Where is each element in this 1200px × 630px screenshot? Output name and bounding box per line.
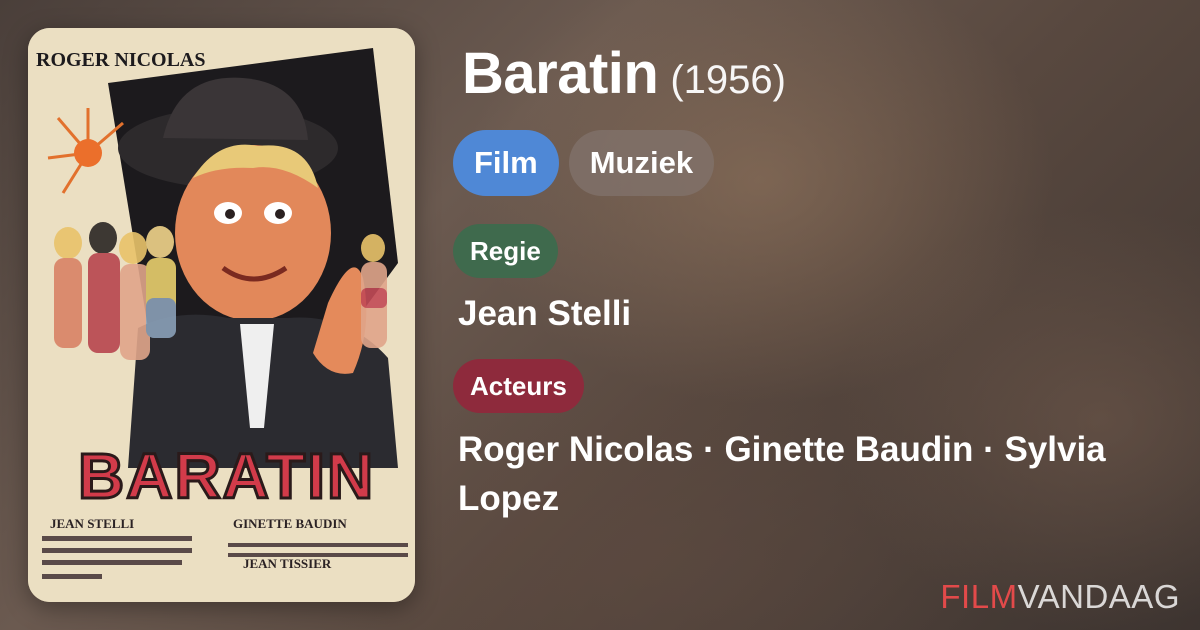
- movie-year: (1956): [670, 58, 786, 102]
- director-label: Regie: [453, 224, 558, 278]
- movie-poster[interactable]: ROGER NICOLAS BARATIN JEAN STELLI GINETT…: [28, 28, 415, 602]
- poster-title-art: BARATIN: [78, 440, 375, 512]
- poster-top-name: ROGER NICOLAS: [36, 49, 205, 71]
- type-tags: Film Muziek: [453, 130, 715, 196]
- tag-film[interactable]: Film: [453, 130, 559, 196]
- logo-vandaag: VANDAAG: [1017, 578, 1180, 615]
- logo-film: FILM: [940, 578, 1018, 615]
- poster-credit-director: JEAN STELLI: [50, 516, 134, 531]
- movie-title-name: Baratin: [462, 41, 659, 106]
- director-name[interactable]: Jean Stelli: [458, 289, 631, 338]
- tag-muziek[interactable]: Muziek: [568, 130, 715, 196]
- cast-list[interactable]: Roger Nicolas · Ginette Baudin · Sylvia …: [458, 425, 1178, 523]
- movie-title: Baratin (1956): [462, 40, 786, 114]
- site-logo[interactable]: FILMVANDAAG: [940, 578, 1180, 616]
- poster-credit-actress: GINETTE BAUDIN: [233, 516, 347, 531]
- cast-label: Acteurs: [453, 359, 584, 413]
- poster-credit-actor: JEAN TISSIER: [243, 556, 332, 571]
